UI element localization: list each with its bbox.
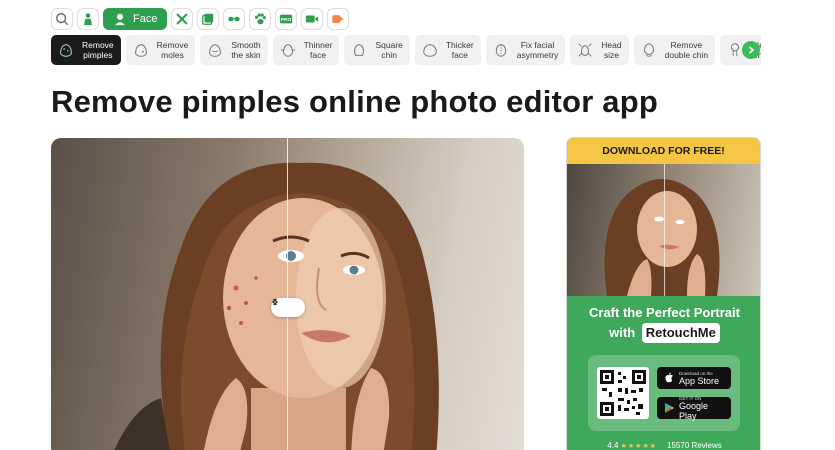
qr-code-icon [600,370,646,416]
app-store-label: App Store [679,375,720,386]
store-box: Download on the App Store GET IT ON Goog… [588,355,740,431]
video-icon [306,15,319,23]
app-store-button[interactable]: Download on the App Store [657,367,731,389]
rating-stars: ★★★★★ [620,443,658,450]
tool-chip[interactable]: Remove moles [125,35,196,65]
smooth-skin-icon [205,40,225,60]
promo-portrait [567,164,760,296]
google-play-button[interactable]: GET IT ON Google Play [657,396,731,421]
pro-label: PRO [281,17,292,23]
category-body[interactable] [77,8,99,30]
search-icon [56,13,69,26]
tool-chip[interactable]: Remove double chin [633,35,716,65]
pimples-face-icon [56,40,76,60]
tool-chip-row: Remove pimples Remove moles Smooth the ski… [51,35,761,65]
qr-code[interactable] [597,367,649,419]
category-pro[interactable]: PRO [275,8,298,30]
gallery-icon [202,13,214,25]
moles-face-icon [131,40,151,60]
promo-title: Craft the Perfect Portrait with RetouchM… [567,303,760,343]
tool-chip-label: Head size [601,40,622,60]
tool-chip[interactable]: Thinner face [272,35,340,65]
pro-icon: PRO [280,14,293,24]
category-search[interactable] [51,8,73,30]
tools-next-button[interactable] [742,41,760,59]
review-count: 15570 Reviews [667,441,722,450]
tool-chip-label: Remove double chin [664,40,709,60]
thinner-face-icon [278,40,298,60]
body-icon [84,13,92,26]
asymmetry-icon [491,40,511,60]
rating-value: 4.4 ★★★★★ [607,441,658,450]
tool-chip-label: Fix facial asymmetry [516,40,559,60]
tool-chip-label: Remove pimples [82,40,114,60]
tool-chip-label: Thinner face [303,40,333,60]
category-face-label: Face [133,13,158,25]
promo-title-with: with [609,325,636,340]
google-play-icon [665,403,674,413]
chevron-right-icon [273,298,279,306]
download-promo-card: DOWNLOAD FOR FREE! Craft the Perfect Por… [566,137,761,450]
brand-badge: RetouchMe [641,323,720,343]
google-play-label: Google Play [679,400,709,421]
thicker-face-icon [420,40,440,60]
page-title: Remove pimples online photo editor app [51,84,658,119]
before-after-photo[interactable] [51,138,524,450]
apple-icon [665,372,673,383]
category-face[interactable]: Face [103,8,168,30]
tool-chip[interactable]: Fix facial asymmetry [485,35,566,65]
category-plugin[interactable] [327,8,350,30]
comparison-slider-handle[interactable] [271,298,305,317]
category-gallery[interactable] [197,8,220,30]
category-tools[interactable] [171,8,194,30]
tool-chip[interactable]: Remove pimples [51,35,121,65]
double-chin-icon [639,40,659,60]
promo-title-line1: Craft the Perfect Portrait [589,305,740,320]
category-pets[interactable] [249,8,272,30]
square-chin-icon [349,40,369,60]
glasses-icon [228,16,241,22]
rating-row: 4.4 ★★★★★ 15570 Reviews [567,441,760,450]
comparison-divider [287,138,288,450]
face-icon [115,13,125,26]
tool-chip-label: Remove moles [156,40,189,60]
tool-chip[interactable]: Square chin [344,35,410,65]
plugin-icon [332,15,345,23]
category-bar: Face PRO [51,8,350,30]
tool-chip[interactable]: Smooth the skin [200,35,268,65]
tool-chip-label: Smooth the skin [231,40,261,60]
tool-chip[interactable]: Thicker face [414,35,481,65]
chevron-right-icon [748,46,755,54]
promo-header[interactable]: DOWNLOAD FOR FREE! [567,138,760,164]
category-video[interactable] [301,8,324,30]
head-size-icon [575,40,595,60]
category-glasses[interactable] [223,8,246,30]
tool-chip-label: Square chin [375,40,403,60]
promo-divider [664,164,665,296]
tool-chip-label: Thicker face [445,40,474,60]
paw-icon [255,13,267,25]
tool-chip[interactable]: Head size [570,35,629,65]
tools-icon [177,13,188,25]
